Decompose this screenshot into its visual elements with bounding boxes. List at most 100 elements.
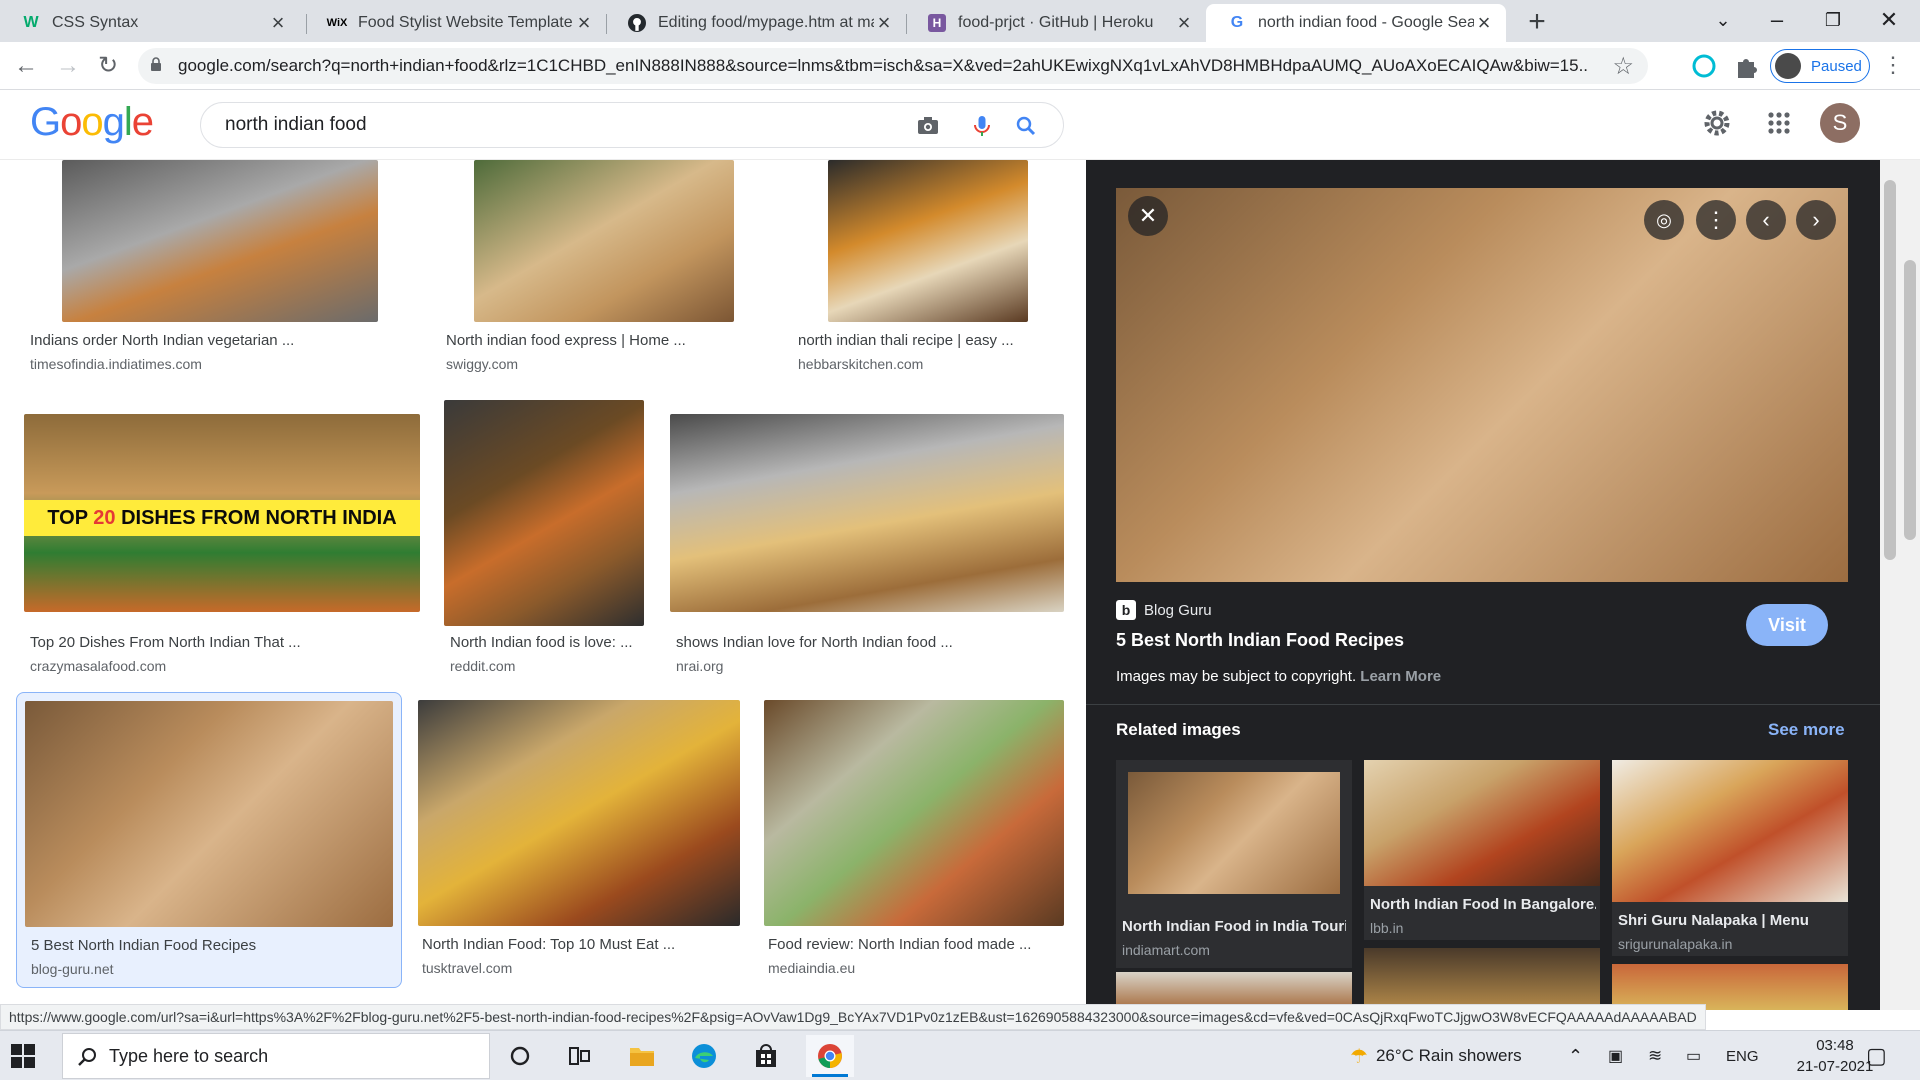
- device-icon[interactable]: ▣: [1608, 1031, 1623, 1080]
- related-image-card[interactable]: North Indian Food in India Touri... indi…: [1116, 760, 1352, 968]
- visit-button[interactable]: Visit: [1746, 604, 1828, 646]
- result-title[interactable]: Top 20 Dishes From North Indian That ...: [30, 634, 301, 651]
- related-image-card[interactable]: North Indian Food In Bangalore... lbb.in: [1364, 760, 1600, 940]
- preview-scrollbar[interactable]: [1880, 160, 1900, 1010]
- result-title[interactable]: 5 Best North Indian Food Recipes: [31, 937, 256, 954]
- tab-css-syntax[interactable]: W CSS Syntax ×: [0, 4, 300, 42]
- learn-more-link[interactable]: Learn More: [1360, 668, 1441, 685]
- battery-icon[interactable]: ▭: [1686, 1031, 1701, 1080]
- result-title[interactable]: Indians order North Indian vegetarian ..…: [30, 332, 294, 349]
- weather-widget[interactable]: ☂ 26°C Rain showers: [1350, 1031, 1522, 1080]
- close-tab-icon[interactable]: ×: [268, 10, 288, 36]
- see-more-link[interactable]: See more: [1768, 720, 1845, 740]
- preview-title[interactable]: 5 Best North Indian Food Recipes: [1116, 630, 1404, 651]
- settings-gear-icon[interactable]: [1702, 108, 1732, 138]
- notifications-icon[interactable]: ▢: [1866, 1031, 1887, 1080]
- search-icon[interactable]: [1013, 113, 1039, 139]
- result-card[interactable]: TOP 20 DISHES FROM NORTH INDIA Top 20 Di…: [24, 400, 420, 674]
- windows-start-icon[interactable]: [10, 1043, 36, 1069]
- scrollbar-thumb[interactable]: [1904, 260, 1916, 540]
- result-card[interactable]: north indian thali recipe | easy ... heb…: [792, 160, 1064, 376]
- search-input[interactable]: [225, 111, 865, 139]
- related-thumbnail[interactable]: [1364, 948, 1600, 1010]
- google-logo[interactable]: Google: [30, 100, 154, 145]
- tab-github-editing[interactable]: Editing food/mypage.htm at mas ×: [606, 4, 906, 42]
- account-avatar[interactable]: S: [1820, 103, 1860, 143]
- bookmark-star-icon[interactable]: ☆: [1612, 52, 1634, 81]
- result-thumbnail[interactable]: [670, 414, 1064, 612]
- close-tab-icon[interactable]: ×: [574, 10, 594, 36]
- extension-icon[interactable]: [1690, 52, 1718, 80]
- puzzle-icon[interactable]: [1732, 52, 1760, 80]
- result-card[interactable]: Food review: North Indian food made ... …: [764, 700, 1064, 988]
- result-thumbnail[interactable]: TOP 20 DISHES FROM NORTH INDIA: [24, 414, 420, 612]
- tab-food-stylist[interactable]: WiX Food Stylist Website Template | W ×: [306, 4, 606, 42]
- result-title[interactable]: North indian food express | Home ...: [446, 332, 686, 349]
- chrome-taskbar-icon[interactable]: [806, 1035, 854, 1077]
- related-image-card[interactable]: Shri Guru Nalapaka | Menu srigurunalapak…: [1612, 760, 1848, 956]
- minimize-button[interactable]: –: [1752, 2, 1802, 38]
- close-tab-icon[interactable]: ×: [1174, 10, 1194, 36]
- related-thumbnail[interactable]: [1128, 772, 1340, 894]
- scrollbar-thumb[interactable]: [1884, 180, 1896, 560]
- chrome-menu-icon[interactable]: ⋮: [1882, 52, 1904, 78]
- file-explorer-icon[interactable]: [618, 1035, 666, 1077]
- result-card-selected[interactable]: 5 Best North Indian Food Recipes blog-gu…: [16, 692, 402, 988]
- new-tab-button[interactable]: +: [1520, 6, 1554, 40]
- address-bar[interactable]: google.com/search?q=north+indian+food&rl…: [138, 48, 1648, 84]
- preview-source[interactable]: b Blog Guru: [1116, 600, 1212, 620]
- restore-button[interactable]: ❐: [1808, 2, 1858, 38]
- reload-icon[interactable]: ↻: [92, 50, 124, 82]
- task-view-icon[interactable]: [556, 1035, 604, 1077]
- result-title[interactable]: north indian thali recipe | easy ...: [798, 332, 1014, 349]
- more-options-icon[interactable]: ⋮: [1696, 200, 1736, 240]
- result-title[interactable]: Food review: North Indian food made ...: [768, 936, 1031, 953]
- result-title[interactable]: North Indian Food: Top 10 Must Eat ...: [422, 936, 675, 953]
- result-thumbnail[interactable]: [418, 700, 740, 926]
- language-indicator[interactable]: ENG: [1726, 1031, 1759, 1080]
- related-thumbnail[interactable]: [1612, 760, 1848, 902]
- result-thumbnail[interactable]: [474, 160, 734, 322]
- wifi-icon[interactable]: ≋: [1648, 1031, 1662, 1080]
- apps-grid-icon[interactable]: [1764, 108, 1794, 138]
- result-thumbnail[interactable]: [828, 160, 1028, 322]
- close-icon[interactable]: ✕: [1128, 196, 1168, 236]
- result-title[interactable]: North Indian food is love: ...: [450, 634, 633, 651]
- status-link-preview: https://www.google.com/url?sa=i&url=http…: [0, 1004, 1706, 1030]
- preview-image[interactable]: [1116, 188, 1848, 582]
- result-thumbnail[interactable]: [444, 400, 644, 626]
- forward-arrow-icon[interactable]: →: [52, 50, 84, 82]
- result-card[interactable]: North indian food express | Home ... swi…: [440, 160, 768, 376]
- lens-icon[interactable]: ◎: [1644, 200, 1684, 240]
- next-arrow-icon[interactable]: ›: [1796, 200, 1836, 240]
- result-thumbnail[interactable]: [62, 160, 378, 322]
- page-scrollbar[interactable]: [1900, 160, 1920, 1010]
- microsoft-store-icon[interactable]: [742, 1035, 790, 1077]
- tab-heroku[interactable]: H food-prjct · GitHub | Heroku ×: [906, 4, 1206, 42]
- result-title[interactable]: shows Indian love for North Indian food …: [676, 634, 953, 651]
- result-card[interactable]: Indians order North Indian vegetarian ..…: [24, 160, 416, 376]
- previous-arrow-icon[interactable]: ‹: [1746, 200, 1786, 240]
- close-tab-icon[interactable]: ×: [1474, 10, 1494, 36]
- cortana-icon[interactable]: [496, 1035, 544, 1077]
- result-card[interactable]: North Indian food is love: ... reddit.co…: [444, 400, 644, 674]
- result-thumbnail[interactable]: [25, 701, 393, 927]
- taskbar-search-box[interactable]: Type here to search: [62, 1033, 490, 1079]
- close-window-button[interactable]: ✕: [1864, 2, 1914, 38]
- close-tab-icon[interactable]: ×: [874, 10, 894, 36]
- tab-google-search[interactable]: G north indian food - Google Searc ×: [1206, 4, 1506, 42]
- result-card[interactable]: North Indian Food: Top 10 Must Eat ... t…: [418, 700, 740, 988]
- related-title[interactable]: Shri Guru Nalapaka | Menu: [1618, 912, 1844, 929]
- microphone-icon[interactable]: [969, 113, 995, 139]
- tab-search-icon[interactable]: ⌄: [1698, 2, 1748, 38]
- result-card[interactable]: shows Indian love for North Indian food …: [670, 400, 1064, 674]
- related-title[interactable]: North Indian Food In Bangalore...: [1370, 896, 1596, 913]
- edge-browser-icon[interactable]: [680, 1035, 728, 1077]
- related-thumbnail[interactable]: [1364, 760, 1600, 886]
- result-thumbnail[interactable]: [764, 700, 1064, 926]
- back-arrow-icon[interactable]: ←: [10, 50, 42, 82]
- camera-icon[interactable]: [915, 113, 941, 139]
- related-title[interactable]: North Indian Food in India Touri...: [1122, 918, 1346, 935]
- profile-paused-button[interactable]: Paused: [1770, 49, 1870, 83]
- show-hidden-icons-chevron-up-icon[interactable]: ⌃: [1568, 1031, 1583, 1080]
